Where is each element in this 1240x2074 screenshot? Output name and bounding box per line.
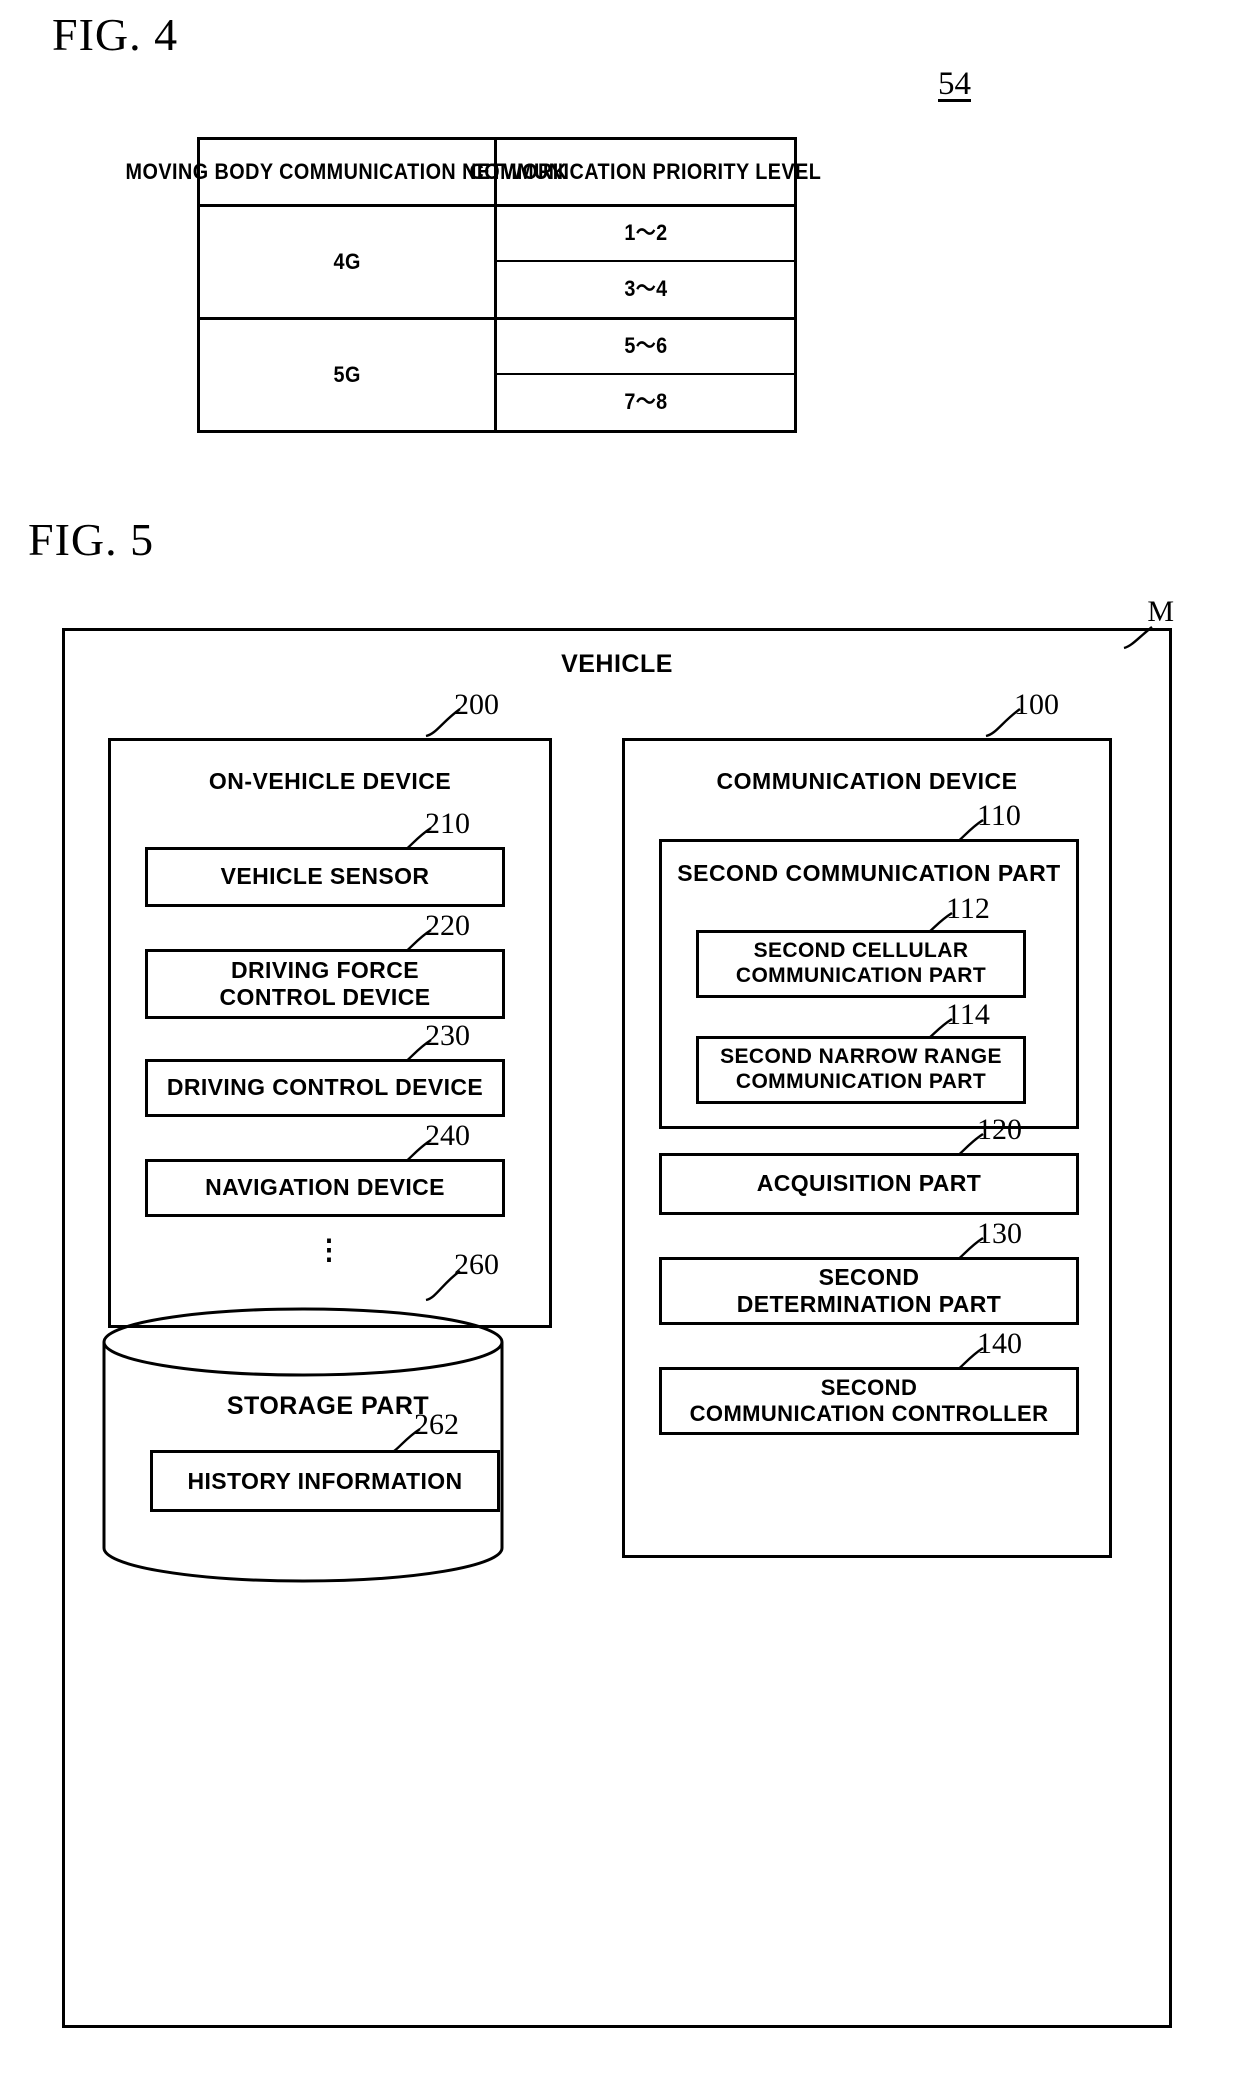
second-communication-part-panel: SECOND COMMUNICATION PART 112 SECOND CEL… xyxy=(659,839,1079,1129)
on-vehicle-device-title: ON-VEHICLE DEVICE xyxy=(208,768,452,794)
table-row-group-4g: 4G 1〜2 3〜4 xyxy=(200,207,794,320)
leader-line-260 xyxy=(425,1270,461,1302)
figure-4-reference-number: 54 xyxy=(938,66,971,102)
unit-acquisition-part: ACQUISITION PART xyxy=(659,1153,1079,1215)
table-cell-network-4g: 4G xyxy=(200,207,497,317)
communication-device-title: COMMUNICATION DEVICE xyxy=(716,768,1018,794)
priority-level-cell: 3〜4 xyxy=(497,262,794,317)
on-vehicle-device-panel: ON-VEHICLE DEVICE 210 VEHICLE SENSOR 220… xyxy=(108,738,552,1328)
network-name-4g: 4G xyxy=(333,248,361,274)
cylinder-shape-icon xyxy=(102,1307,504,1583)
vehicle-title: VEHICLE xyxy=(561,650,673,678)
communication-device-panel: COMMUNICATION DEVICE 110 SECOND COMMUNIC… xyxy=(622,738,1112,1558)
leader-line-200 xyxy=(425,708,461,738)
patent-figure-page: FIG. 4 54 MOVING BODY COMMUNICATION NETW… xyxy=(0,0,1240,2074)
unit-second-cellular-communication-part: SECOND CELLULAR COMMUNICATION PART xyxy=(696,930,1026,998)
priority-level-cell: 5〜6 xyxy=(497,320,794,375)
leader-line-100 xyxy=(985,708,1021,738)
unit-navigation-device: NAVIGATION DEVICE xyxy=(145,1159,505,1217)
unit-vehicle-sensor: VEHICLE SENSOR xyxy=(145,847,505,907)
storage-part-title: STORAGE PART xyxy=(226,1392,430,1420)
communication-priority-table: MOVING BODY COMMUNICATION NETWORK COMMUN… xyxy=(126,137,821,433)
priority-level-value: 7〜8 xyxy=(623,389,668,415)
table-header-priority: COMMUNICATION PRIORITY LEVEL xyxy=(470,140,821,204)
second-communication-part-title: SECOND COMMUNICATION PART xyxy=(677,860,1061,886)
unit-second-communication-controller: SECOND COMMUNICATION CONTROLLER xyxy=(659,1367,1079,1435)
table-cell-network-5g: 5G xyxy=(200,320,497,430)
unit-history-information: HISTORY INFORMATION xyxy=(150,1450,500,1512)
figure-5-block-diagram: M VEHICLE 200 ON-VEHICLE DEVICE 210 VEHI… xyxy=(62,595,1174,2028)
storage-part-cylinder: STORAGE PART 262 HISTORY INFORMATION xyxy=(98,1300,558,1590)
unit-second-determination-part: SECOND DETERMINATION PART xyxy=(659,1257,1079,1325)
figure-4-caption: FIG. 4 xyxy=(52,9,179,60)
priority-level-cell: 7〜8 xyxy=(497,375,794,430)
table-body: 4G 1〜2 3〜4 5G 5〜6 7〜8 xyxy=(200,207,794,430)
priority-level-value: 3〜4 xyxy=(623,276,668,302)
table-header-network: MOVING BODY COMMUNICATION NETWORK xyxy=(126,140,568,204)
unit-driving-control-device: DRIVING CONTROL DEVICE xyxy=(145,1059,505,1117)
priority-level-value: 5〜6 xyxy=(623,333,668,359)
table-header-priority-label: COMMUNICATION PRIORITY LEVEL xyxy=(469,158,822,184)
unit-second-narrow-range-communication-part: SECOND NARROW RANGE COMMUNICATION PART xyxy=(696,1036,1026,1104)
network-name-5g: 5G xyxy=(333,361,361,387)
table-header-row: MOVING BODY COMMUNICATION NETWORK COMMUN… xyxy=(126,140,821,207)
figure-5-caption: FIG. 5 xyxy=(28,514,155,565)
table-cell-levels-5g: 5〜6 7〜8 xyxy=(497,320,794,430)
priority-level-cell: 1〜2 xyxy=(497,207,794,262)
unit-driving-force-control-device: DRIVING FORCE CONTROL DEVICE xyxy=(145,949,505,1019)
table-cell-levels-4g: 1〜2 3〜4 xyxy=(497,207,794,317)
priority-level-value: 1〜2 xyxy=(623,220,668,246)
table-row-group-5g: 5G 5〜6 7〜8 xyxy=(200,320,794,430)
